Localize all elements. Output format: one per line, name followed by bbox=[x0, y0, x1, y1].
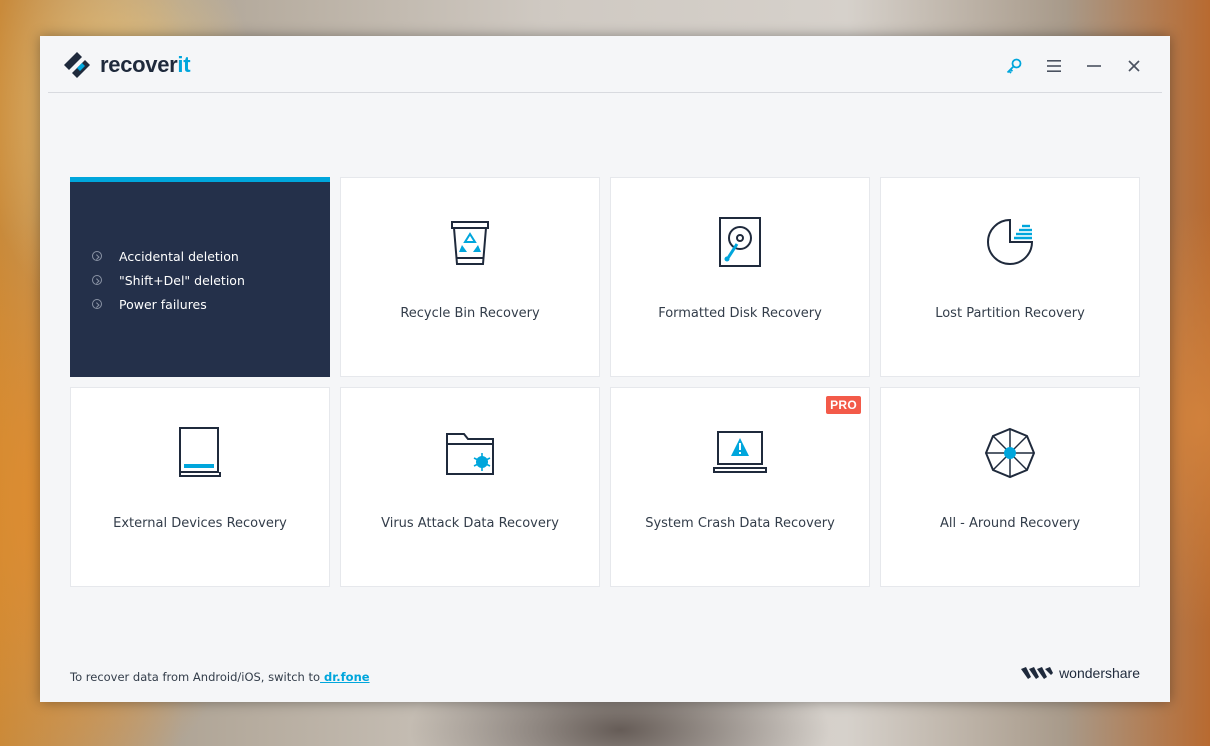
footer-note: To recover data from Android/iOS, switch… bbox=[70, 670, 370, 684]
crashed-laptop-icon bbox=[713, 431, 767, 473]
card-label: Lost Partition Recovery bbox=[935, 306, 1085, 321]
card-label: All - Around Recovery bbox=[939, 516, 1081, 531]
hamburger-menu-icon bbox=[1047, 60, 1061, 72]
close-button[interactable] bbox=[1114, 52, 1154, 80]
card-label: External Devices Recovery bbox=[113, 516, 287, 531]
partition-pie-icon bbox=[987, 218, 1034, 265]
recycle-bin-recovery-card[interactable]: Recycle Bin Recovery bbox=[340, 177, 600, 377]
app-name: recoverit bbox=[100, 52, 191, 77]
brand-name: wondershare bbox=[1059, 665, 1140, 681]
close-icon bbox=[1128, 60, 1140, 72]
chevron-circle-icon bbox=[92, 251, 102, 261]
feature-item: Power failures bbox=[92, 292, 245, 316]
feature-item: Accidental deletion bbox=[92, 244, 245, 268]
feature-list: Accidental deletion "Shift+Del" deletion… bbox=[92, 244, 245, 316]
lost-partition-recovery-card[interactable]: Lost Partition Recovery bbox=[880, 177, 1140, 377]
app-logo: recoverit bbox=[60, 50, 191, 80]
system-crash-recovery-card[interactable]: PRO System Crash Data Recovery bbox=[610, 387, 870, 587]
virus-folder-icon bbox=[446, 433, 494, 475]
pro-badge: PRO bbox=[826, 396, 861, 414]
drfone-link[interactable]: dr.fone bbox=[320, 670, 370, 684]
key-icon bbox=[1006, 58, 1022, 74]
external-device-icon bbox=[179, 427, 221, 477]
title-bar: recoverit bbox=[48, 36, 1162, 93]
card-label: System Crash Data Recovery bbox=[645, 516, 835, 531]
card-label: Recycle Bin Recovery bbox=[400, 306, 540, 321]
hard-disk-icon bbox=[719, 217, 761, 267]
window-controls bbox=[994, 52, 1154, 80]
formatted-disk-recovery-card[interactable]: Formatted Disk Recovery bbox=[610, 177, 870, 377]
wondershare-brand: wondershare bbox=[1021, 665, 1140, 681]
feature-item: "Shift+Del" deletion bbox=[92, 268, 245, 292]
minimize-button[interactable] bbox=[1074, 52, 1114, 80]
card-label: Formatted Disk Recovery bbox=[658, 306, 822, 321]
all-around-recovery-card[interactable]: All - Around Recovery bbox=[880, 387, 1140, 587]
virus-attack-recovery-card[interactable]: Virus Attack Data Recovery bbox=[340, 387, 600, 587]
recovery-mode-grid: Accidental deletion "Shift+Del" deletion… bbox=[70, 177, 1140, 587]
recycle-bin-icon bbox=[451, 221, 489, 265]
menu-button[interactable] bbox=[1034, 52, 1074, 80]
app-window: recoverit Accidental deletion "Shift+Del… bbox=[40, 36, 1170, 702]
card-label: Virus Attack Data Recovery bbox=[381, 516, 559, 531]
register-button[interactable] bbox=[994, 52, 1034, 80]
deleted-files-recovery-card[interactable]: Accidental deletion "Shift+Del" deletion… bbox=[70, 177, 330, 377]
recoverit-logo-icon bbox=[64, 52, 90, 78]
wondershare-logo-icon bbox=[1021, 667, 1054, 679]
chevron-circle-icon bbox=[92, 299, 102, 309]
chevron-circle-icon bbox=[92, 275, 102, 285]
all-around-web-icon bbox=[984, 427, 1036, 479]
minimize-icon bbox=[1087, 65, 1101, 67]
external-devices-recovery-card[interactable]: External Devices Recovery bbox=[70, 387, 330, 587]
